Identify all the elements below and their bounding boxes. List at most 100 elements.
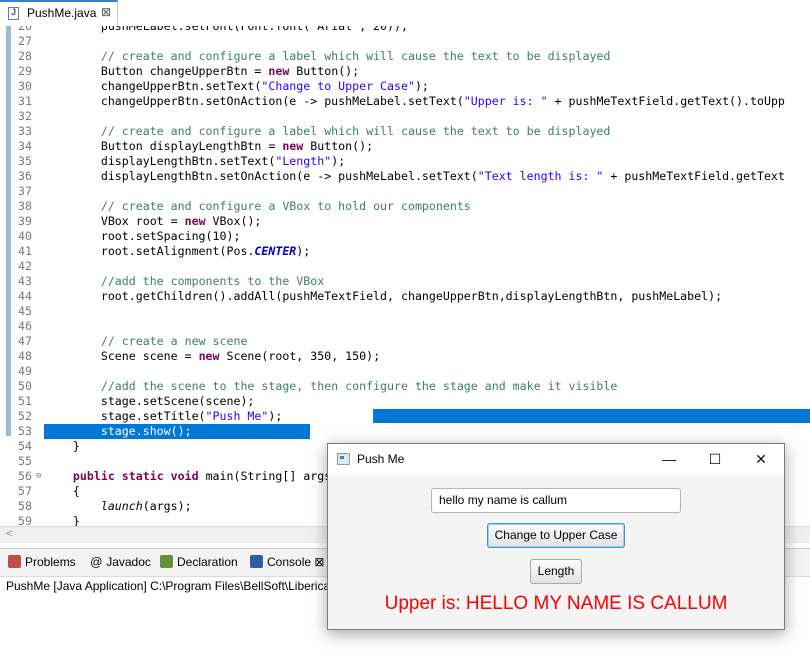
tab-label: Console bbox=[267, 555, 312, 569]
code-line: 35 displayLengthBtn.setText("Length"); bbox=[0, 154, 810, 169]
tab-declaration[interactable]: Declaration bbox=[160, 555, 238, 569]
text-input-field[interactable]: hello my name is callum bbox=[431, 488, 681, 513]
code-text: //add the scene to the stage, then confi… bbox=[100, 379, 618, 393]
code-text: public static void main(String[] args) bbox=[72, 469, 339, 483]
line-number: 57 bbox=[18, 484, 32, 498]
line-number: 53 bbox=[18, 424, 32, 438]
line-number: 48 bbox=[18, 349, 32, 363]
code-text: changeUpperBtn.setText("Change to Upper … bbox=[45, 79, 429, 93]
code-line: 43 //add the components to the VBox bbox=[0, 274, 810, 289]
line-number: 31 bbox=[18, 94, 32, 108]
line-number: 51 bbox=[18, 394, 32, 408]
result-label: Upper is: HELLO MY NAME IS CALLUM bbox=[384, 593, 728, 614]
length-button[interactable]: Length bbox=[530, 559, 582, 584]
code-line: 26 pushMeLabel.setFont(Font.font("Arial"… bbox=[0, 26, 810, 34]
line-number: 39 bbox=[18, 214, 32, 228]
code-text: // create and configure a label which wi… bbox=[100, 49, 611, 63]
code-text: displayLengthBtn.setText("Length"); bbox=[45, 154, 346, 168]
code-line: 37 bbox=[0, 184, 810, 199]
fold-collapse-icon[interactable]: ⊖ bbox=[36, 469, 41, 484]
line-number: 42 bbox=[18, 259, 32, 273]
code-text: stage.setScene(scene); bbox=[45, 394, 255, 408]
maximize-button[interactable]: ☐ bbox=[692, 444, 738, 475]
line-number: 30 bbox=[18, 79, 32, 93]
tab-pushme-java[interactable]: PushMe.java ⊠ bbox=[0, 0, 118, 25]
line-number: 33 bbox=[18, 124, 32, 138]
code-line: 46 bbox=[0, 319, 810, 334]
line-number: 47 bbox=[18, 334, 32, 348]
code-line: 28 // create and configure a label which… bbox=[0, 49, 810, 64]
tab-javadoc[interactable]: @ Javadoc bbox=[90, 555, 151, 569]
line-number: 45 bbox=[18, 304, 32, 318]
code-line: 32 bbox=[0, 109, 810, 124]
problems-icon bbox=[8, 555, 21, 568]
code-line: 38 // create and configure a VBox to hol… bbox=[0, 199, 810, 214]
tab-console[interactable]: Console ⊠ bbox=[250, 555, 324, 569]
code-line: 53 stage.show(); bbox=[0, 424, 810, 439]
code-text: // create and configure a label which wi… bbox=[100, 124, 611, 138]
code-text: displayLengthBtn.setOnAction(e -> pushMe… bbox=[45, 169, 785, 183]
code-text: VBox root = new VBox(); bbox=[45, 214, 262, 228]
tab-label: Javadoc bbox=[106, 555, 151, 569]
code-text: { bbox=[45, 484, 80, 498]
tab-label: PushMe.java bbox=[27, 6, 97, 20]
line-number: 52 bbox=[18, 409, 32, 423]
code-text: } bbox=[45, 514, 80, 526]
console-icon bbox=[250, 555, 263, 568]
line-number: 58 bbox=[18, 499, 32, 513]
console-launch-label: PushMe [Java Application] C:\Program Fil… bbox=[6, 579, 331, 593]
code-line: 45 bbox=[0, 304, 810, 319]
code-text: pushMeLabel.setFont(Font.font("Arial", 2… bbox=[45, 26, 408, 33]
line-number: 37 bbox=[18, 184, 32, 198]
code-text: root.getChildren().addAll(pushMeTextFiel… bbox=[45, 289, 723, 303]
code-line: 51 stage.setScene(scene); bbox=[0, 394, 810, 409]
code-text: //add the components to the VBox bbox=[100, 274, 325, 288]
tab-problems[interactable]: Problems bbox=[8, 555, 76, 569]
code-text: Button displayLengthBtn = new Button(); bbox=[45, 139, 374, 153]
code-line: 50 //add the scene to the stage, then co… bbox=[0, 379, 810, 394]
code-line: 27 bbox=[0, 34, 810, 49]
code-line: 52 stage.setTitle("Push Me"); bbox=[0, 409, 810, 424]
close-button[interactable]: ✕ bbox=[738, 444, 784, 475]
line-number: 28 bbox=[18, 49, 32, 63]
line-number: 59 bbox=[18, 514, 32, 526]
scroll-left-icon[interactable]: < bbox=[6, 528, 12, 540]
line-number: 27 bbox=[18, 34, 32, 48]
code-text: Button changeUpperBtn = new Button(); bbox=[45, 64, 360, 78]
window-title-bar[interactable]: Push Me — ☐ ✕ bbox=[328, 444, 784, 475]
code-line: 33 // create and configure a label which… bbox=[0, 124, 810, 139]
java-app-icon bbox=[337, 453, 350, 465]
java-file-icon bbox=[8, 7, 19, 20]
tab-close-icon[interactable]: ⊠ bbox=[101, 5, 111, 19]
line-number: 50 bbox=[18, 379, 32, 393]
code-text: stage.setTitle("Push Me"); bbox=[45, 409, 283, 423]
line-number: 26 bbox=[18, 26, 32, 33]
code-text: } bbox=[45, 439, 80, 453]
code-text: root.setAlignment(Pos.CENTER); bbox=[45, 244, 311, 258]
code-text: launch(args); bbox=[100, 499, 192, 513]
code-line: 42 bbox=[0, 259, 810, 274]
line-number: 38 bbox=[18, 199, 32, 213]
change-to-upper-case-button[interactable]: Change to Upper Case bbox=[487, 523, 625, 548]
code-text: stage.show(); bbox=[45, 424, 192, 438]
line-number: 55 bbox=[18, 454, 32, 468]
code-line: 36 displayLengthBtn.setOnAction(e -> pus… bbox=[0, 169, 810, 184]
code-text: changeUpperBtn.setOnAction(e -> pushMeLa… bbox=[45, 94, 785, 108]
minimize-button[interactable]: — bbox=[646, 444, 692, 475]
code-line: 41 root.setAlignment(Pos.CENTER); bbox=[0, 244, 810, 259]
line-number: 54 bbox=[18, 439, 32, 453]
code-line: 29 Button changeUpperBtn = new Button(); bbox=[0, 64, 810, 79]
line-number: 43 bbox=[18, 274, 32, 288]
line-number: 41 bbox=[18, 244, 32, 258]
line-number: 29 bbox=[18, 64, 32, 78]
declaration-icon bbox=[160, 555, 173, 568]
push-me-window: Push Me — ☐ ✕ hello my name is callum Ch… bbox=[327, 443, 785, 630]
console-close-icon[interactable]: ⊠ bbox=[314, 555, 324, 569]
window-content: hello my name is callum Change to Upper … bbox=[328, 475, 784, 629]
line-number: 35 bbox=[18, 154, 32, 168]
line-number: 40 bbox=[18, 229, 32, 243]
code-text: // create and configure a VBox to hold o… bbox=[100, 199, 471, 213]
code-line: 40 root.setSpacing(10); bbox=[0, 229, 810, 244]
code-line: 34 Button displayLengthBtn = new Button(… bbox=[0, 139, 810, 154]
code-line: 48 Scene scene = new Scene(root, 350, 15… bbox=[0, 349, 810, 364]
